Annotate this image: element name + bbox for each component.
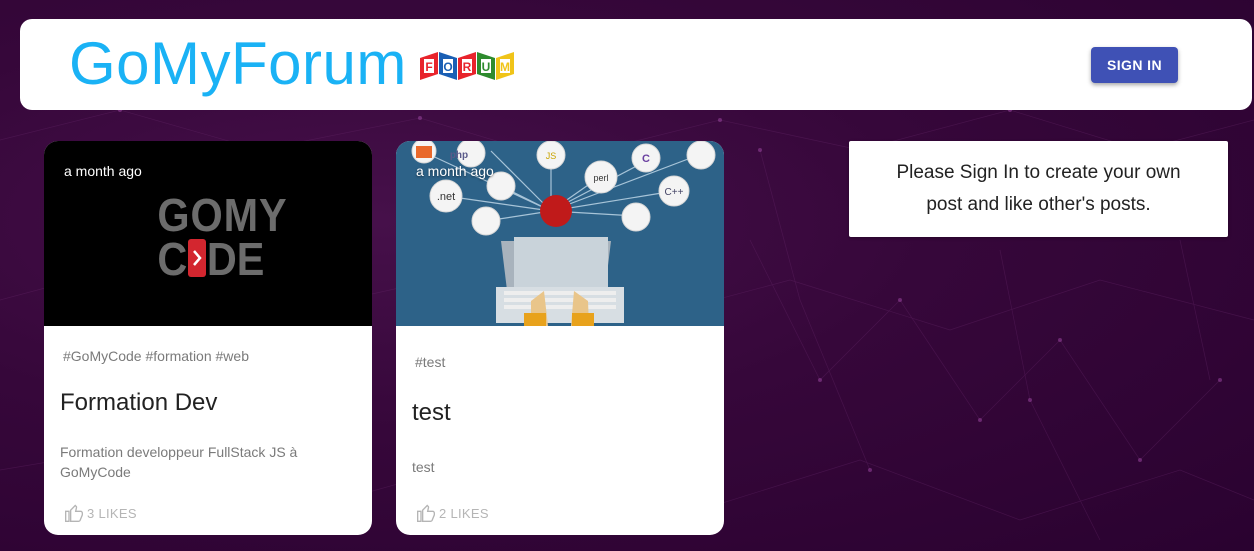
svg-text:perl: perl xyxy=(593,173,608,183)
logo-letter: O xyxy=(443,60,452,74)
svg-text:C: C xyxy=(157,234,187,286)
forum-logo: FORUM xyxy=(420,52,514,80)
post-title: test xyxy=(412,399,451,426)
like-count: 3 LIKES xyxy=(87,505,137,521)
svg-text:.: . xyxy=(257,258,263,280)
post-card[interactable]: GOMY C DE . a month ago #GoMyCode #forma… xyxy=(44,141,372,535)
logo-letter: M xyxy=(500,60,510,74)
logo-block: U xyxy=(477,52,495,80)
logo-letter: R xyxy=(463,60,472,74)
sign-in-notice-text: Please Sign In to create your own post a… xyxy=(896,162,1181,215)
post-image[interactable]: php .net perl C++ JS C a month ago xyxy=(396,141,724,326)
brand-title[interactable]: GoMyForum xyxy=(69,30,407,98)
svg-text:DE: DE xyxy=(207,234,265,286)
svg-text:C: C xyxy=(642,153,650,165)
post-time: a month ago xyxy=(416,163,494,179)
svg-text:JS: JS xyxy=(546,151,557,161)
post-tags: #test xyxy=(415,354,446,370)
like-button[interactable]: 2 LIKES xyxy=(416,503,489,523)
logo-block: O xyxy=(439,52,457,80)
post-description: Formation developpeur FullStack JS à GoM… xyxy=(60,444,298,480)
like-button[interactable]: 3 LIKES xyxy=(64,503,137,523)
post-description: test xyxy=(412,459,435,475)
thumb-up-icon xyxy=(417,504,435,522)
logo-letter: F xyxy=(425,60,432,74)
svg-text:.net: .net xyxy=(437,191,455,203)
post-tags: #GoMyCode #formation #web xyxy=(63,348,249,364)
sign-in-notice: Please Sign In to create your own post a… xyxy=(849,141,1228,237)
app-header: GoMyForum FORUM SIGN IN xyxy=(20,19,1252,110)
post-image[interactable]: GOMY C DE . a month ago xyxy=(44,141,372,326)
post-time: a month ago xyxy=(64,163,142,179)
logo-block: F xyxy=(420,52,438,80)
svg-text:C++: C++ xyxy=(665,187,684,198)
logo-letter: U xyxy=(482,60,491,74)
post-title: Formation Dev xyxy=(60,389,218,416)
post-card[interactable]: php .net perl C++ JS C a month ago #test… xyxy=(396,141,724,535)
logo-block: M xyxy=(496,52,514,80)
like-count: 2 LIKES xyxy=(439,505,489,521)
logo-block: R xyxy=(458,52,476,80)
svg-text:php: php xyxy=(450,150,468,161)
sign-in-button[interactable]: SIGN IN xyxy=(1091,47,1178,83)
thumb-up-icon xyxy=(65,504,83,522)
